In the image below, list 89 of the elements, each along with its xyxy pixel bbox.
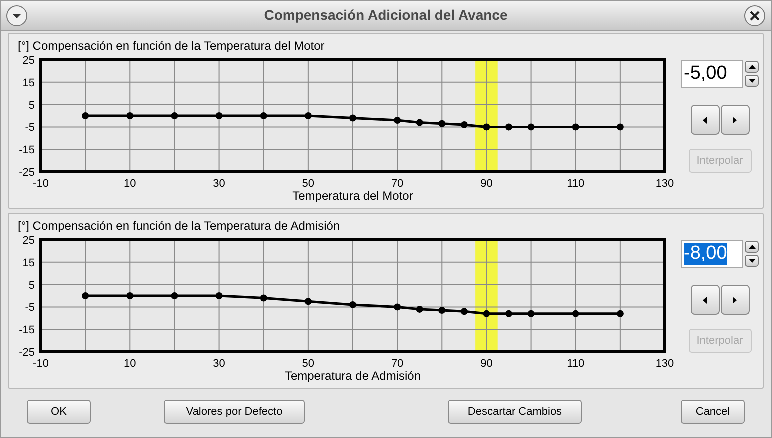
data-point[interactable] — [171, 292, 178, 300]
tick-label: -15 — [19, 324, 35, 337]
data-point[interactable] — [260, 294, 268, 302]
tick-label: -15 — [19, 144, 35, 157]
data-point[interactable] — [126, 292, 134, 300]
down-arrow-icon — [748, 259, 756, 263]
left-arrow-icon — [703, 296, 707, 304]
up-arrow-icon — [748, 245, 756, 249]
tick-label: 110 — [567, 358, 585, 370]
dialog-button[interactable]: Valores por Defecto — [164, 400, 305, 424]
tick-label: 110 — [567, 178, 585, 190]
data-point[interactable] — [260, 112, 268, 120]
data-point[interactable] — [304, 112, 312, 120]
tick-label: 10 — [124, 178, 136, 190]
axis-title: Temperatura del Motor — [292, 189, 414, 203]
tick-label: 90 — [480, 178, 493, 190]
tick-label: 70 — [391, 178, 404, 190]
data-point[interactable] — [394, 116, 402, 124]
data-point[interactable] — [483, 124, 490, 131]
data-point[interactable] — [528, 310, 535, 318]
menu-icon[interactable] — [6, 4, 28, 26]
data-point[interactable] — [460, 308, 468, 316]
tick-label: 5 — [28, 100, 35, 112]
tick-label: 130 — [656, 178, 674, 190]
data-point[interactable] — [616, 310, 624, 318]
tick-label: 25 — [22, 235, 35, 247]
data-point[interactable] — [616, 124, 624, 131]
dialog-button[interactable]: Descartar Cambios — [448, 400, 582, 424]
data-point[interactable] — [506, 124, 512, 131]
data-point[interactable] — [350, 301, 356, 308]
tick-label: -5 — [25, 122, 35, 134]
right-arrow-icon — [733, 116, 737, 124]
data-point[interactable] — [438, 120, 446, 128]
right-arrow-icon — [733, 296, 737, 304]
decrement-button[interactable] — [745, 75, 759, 87]
up-arrow-icon — [748, 65, 756, 69]
data-point[interactable] — [126, 112, 134, 120]
tick-label: 70 — [391, 358, 404, 370]
data-point[interactable] — [350, 114, 356, 122]
data-point[interactable] — [572, 124, 580, 131]
down-arrow-icon — [748, 79, 756, 83]
tick-label: -10 — [33, 358, 49, 370]
dialog-button[interactable]: OK — [27, 400, 91, 424]
decrement-button[interactable] — [745, 255, 759, 267]
tick-label: -25 — [19, 167, 35, 179]
data-point[interactable] — [82, 292, 90, 300]
data-point[interactable] — [216, 112, 223, 120]
tick-label: 130 — [656, 358, 674, 370]
data-point[interactable] — [304, 298, 312, 306]
left-arrow-icon — [703, 116, 707, 124]
tick-label: 50 — [302, 358, 315, 370]
previous-point-button[interactable] — [690, 105, 720, 135]
tick-label: 15 — [22, 77, 35, 90]
data-point[interactable] — [416, 306, 424, 313]
data-point[interactable] — [394, 304, 402, 311]
tick-label: 15 — [22, 257, 35, 270]
tick-label: 30 — [213, 358, 226, 370]
tick-label: -25 — [19, 347, 35, 359]
data-point[interactable] — [216, 292, 223, 300]
data-point[interactable] — [506, 310, 512, 318]
data-point[interactable] — [483, 310, 490, 318]
data-point[interactable] — [460, 121, 468, 128]
tick-label: 30 — [213, 178, 226, 190]
value-field[interactable]: -5,00 — [681, 60, 743, 88]
next-point-button[interactable] — [720, 105, 750, 135]
tick-label: 25 — [22, 55, 35, 67]
data-point[interactable] — [416, 119, 424, 126]
data-point[interactable] — [572, 310, 580, 318]
previous-point-button[interactable] — [690, 285, 720, 315]
tick-label: -10 — [33, 178, 49, 190]
tick-label: 10 — [124, 358, 136, 370]
increment-button[interactable] — [745, 241, 759, 253]
tick-label: -5 — [25, 302, 35, 314]
data-point[interactable] — [171, 112, 178, 120]
close-icon[interactable] — [744, 4, 766, 26]
data-point[interactable] — [438, 307, 446, 314]
group-title: [°] Compensación en función de la Temperatura de Admisión — [18, 218, 340, 235]
value-field[interactable]: -8,00 — [681, 240, 743, 268]
tick-label: 50 — [302, 178, 315, 190]
increment-button[interactable] — [745, 61, 759, 73]
axis-title: Temperatura de Admisión — [284, 369, 422, 383]
tick-label: 90 — [480, 358, 493, 370]
tick-label: 5 — [28, 280, 35, 292]
data-point[interactable] — [82, 112, 90, 120]
data-point[interactable] — [528, 124, 535, 131]
group-title: [°] Compensación en función de la Temperatura del Motor — [18, 38, 325, 55]
dialog-button[interactable]: Cancel — [681, 400, 745, 424]
next-point-button[interactable] — [720, 285, 750, 315]
window-title: Compensación Adicional del Avance — [264, 6, 508, 25]
